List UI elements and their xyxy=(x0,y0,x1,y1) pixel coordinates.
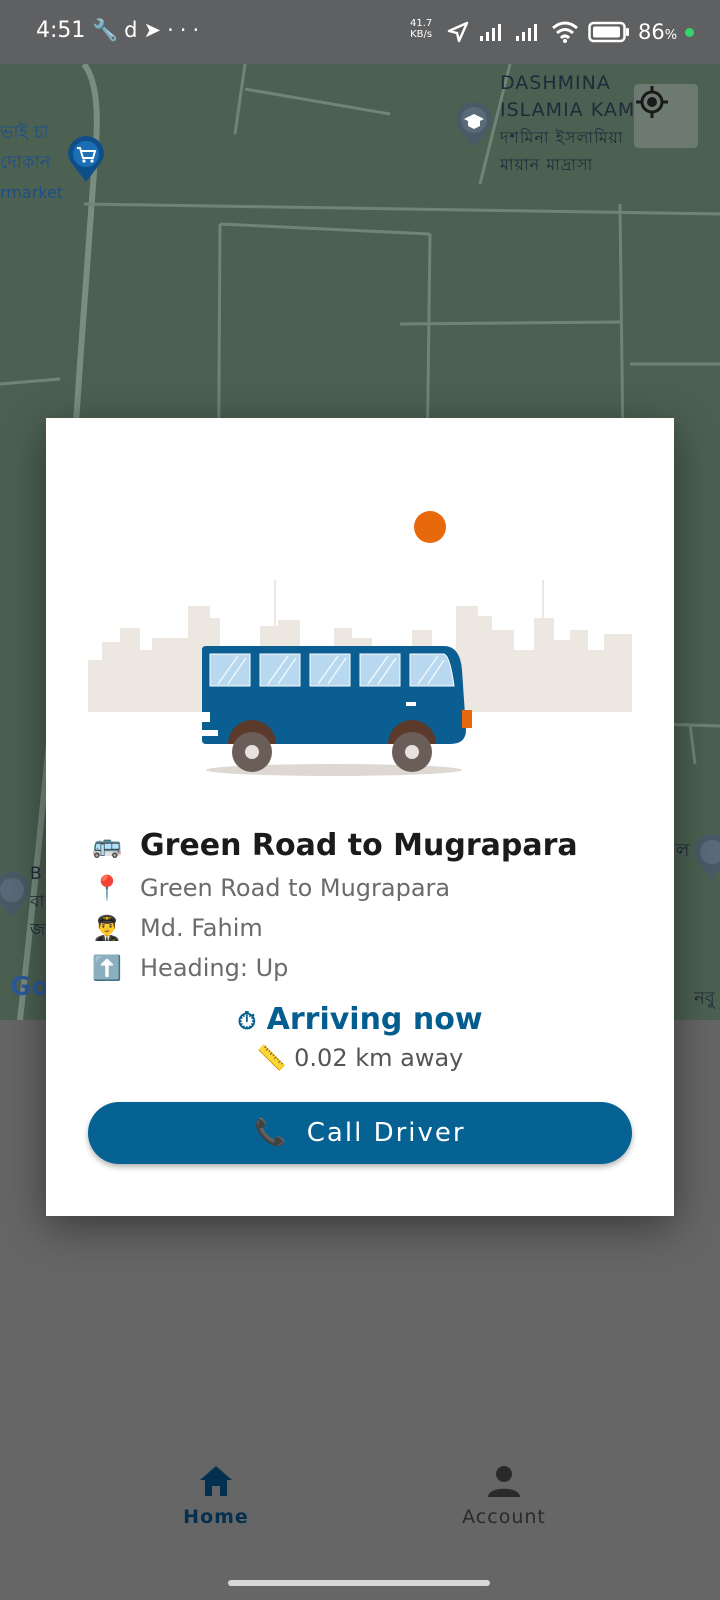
route-title-text: Green Road to Mugrapara xyxy=(140,827,578,863)
battery-icon xyxy=(588,21,629,43)
call-driver-button[interactable]: 📞 Call Driver xyxy=(88,1102,632,1164)
heading-row: ⬆️ Heading: Up xyxy=(88,948,648,988)
status-time: 4:51 xyxy=(36,18,86,43)
location-arrow-icon xyxy=(447,21,469,43)
bus-info-dialog: 🚌 Green Road to Mugrapara 📍 Green Road t… xyxy=(46,418,674,1216)
poi-label: DASHMINA ISLAMIA KAMI দশমিনা ইসলামিয়া ম… xyxy=(500,72,642,174)
location-row: 📍 Green Road to Mugrapara xyxy=(88,868,648,908)
shop-marker-icon[interactable] xyxy=(66,136,106,184)
notification-icons: 🔧d➤··· xyxy=(92,18,205,43)
account-icon xyxy=(488,1466,520,1497)
telegram-icon: ➤ xyxy=(143,18,168,42)
nav-item-home[interactable]: Home xyxy=(146,1464,286,1528)
ruler-icon: 📏 xyxy=(256,1044,287,1072)
wrench-icon: 🔧 xyxy=(92,18,125,42)
stopwatch-icon: ⏱ xyxy=(237,1007,257,1035)
driver-name: Md. Fahim xyxy=(140,914,263,942)
wifi-icon xyxy=(552,21,578,43)
location-text: Green Road to Mugrapara xyxy=(140,874,451,902)
distance-text: 0.02 km away xyxy=(294,1044,464,1072)
crosshair-icon xyxy=(636,86,668,118)
left-edge-label: B বা জ xyxy=(30,864,46,940)
route-title: 🚌 Green Road to Mugrapara xyxy=(88,822,648,868)
status-bar: 4:51 🔧d➤··· 41.7 KB/s 86% xyxy=(0,0,720,64)
up-arrow-icon: ⬆️ xyxy=(92,954,122,982)
network-speed: 41.7 KB/s xyxy=(410,18,433,40)
pilot-icon: 👨‍✈️ xyxy=(92,914,122,942)
signal-icon xyxy=(480,24,501,41)
bus-icon xyxy=(202,646,472,772)
bus-info: 🚌 Green Road to Mugrapara 📍 Green Road t… xyxy=(88,822,648,988)
more-icon: ··· xyxy=(167,18,206,42)
driver-row: 👨‍✈️ Md. Fahim xyxy=(88,908,648,948)
battery-percent: 86% xyxy=(638,20,678,44)
shop-label: ভাই চা দোকান rmarket xyxy=(0,122,64,202)
bus-icon: 🚌 xyxy=(92,831,122,859)
system-icons: 86% xyxy=(446,16,695,48)
privacy-dot xyxy=(685,27,695,37)
nav-item-account[interactable]: Account xyxy=(434,1464,574,1528)
home-icon xyxy=(200,1466,232,1496)
nav-home-label: Home xyxy=(183,1506,249,1528)
call-driver-label: Call Driver xyxy=(306,1118,466,1148)
gesture-home-indicator[interactable] xyxy=(228,1580,490,1586)
right-edge-label-2: নবু xyxy=(694,988,715,1009)
left-edge-marker-icon[interactable] xyxy=(0,872,32,920)
sun-icon xyxy=(414,511,446,543)
signal-icon-2 xyxy=(516,24,537,41)
right-edge-label-1: ল xyxy=(676,840,690,861)
bottom-navigation: Home Account xyxy=(0,1450,720,1560)
eta-block: ⏱ Arriving now 📏 0.02 km away xyxy=(46,1002,674,1082)
d-icon: d xyxy=(124,18,144,42)
phone-icon: 📞 xyxy=(254,1118,289,1148)
arrival-text: Arriving now xyxy=(266,1002,483,1037)
right-edge-marker-icon[interactable] xyxy=(692,834,720,882)
pin-icon: 📍 xyxy=(92,874,122,902)
school-marker-icon[interactable] xyxy=(454,102,494,150)
heading-text: Heading: Up xyxy=(140,954,289,982)
my-location-button[interactable] xyxy=(634,84,698,148)
google-logo: Go xyxy=(10,972,50,1002)
distance: 📏 0.02 km away xyxy=(46,1044,674,1082)
arrival-status: ⏱ Arriving now xyxy=(46,1002,674,1044)
bus-illustration xyxy=(88,511,632,776)
nav-account-label: Account xyxy=(462,1506,546,1528)
